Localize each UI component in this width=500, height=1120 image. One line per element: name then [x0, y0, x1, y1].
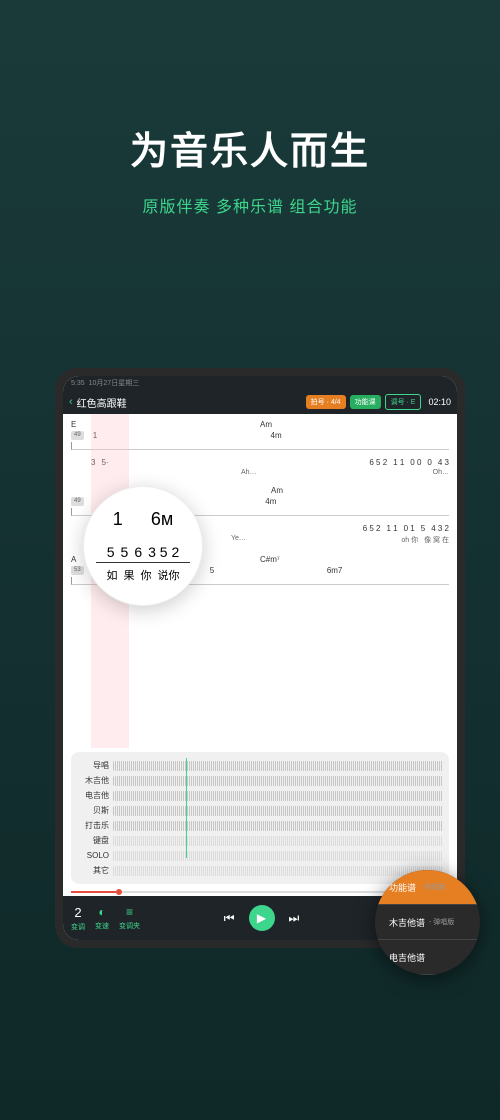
waveform [113, 806, 443, 816]
status-time: 5:35 [71, 380, 85, 387]
tablet-screen: 5:35 10月27日星期三 ‹ 红色高跟鞋 拍号 · 4/4 功能课 调号 ·… [63, 376, 457, 940]
mag-note: 3 5 2 [148, 544, 179, 560]
mag-note: 5 [121, 544, 129, 560]
track-row[interactable]: 键盘 [77, 833, 443, 848]
tempo-control[interactable]: ◐ 变速 [95, 905, 109, 931]
waveform [113, 776, 443, 786]
track-row[interactable]: 木吉他 [77, 773, 443, 788]
mag-lyric: 你 [141, 567, 152, 583]
song-title: 红色高跟鞋 [77, 395, 302, 410]
waveform [113, 821, 443, 831]
chip-key[interactable]: 调号 · E [385, 394, 422, 410]
chip-function[interactable]: 功能课 [350, 395, 381, 409]
track-row[interactable]: 电吉他 [77, 788, 443, 803]
next-button[interactable]: ⏭ [289, 911, 300, 926]
waveform [113, 836, 443, 846]
play-button[interactable]: ▶ [249, 905, 275, 931]
prev-button[interactable]: ⏮ [224, 911, 235, 926]
track-row[interactable]: 其它 [77, 863, 443, 878]
gauge-icon: ◐ [98, 905, 105, 919]
mag-note: 6ᴍ [151, 509, 173, 530]
track-row[interactable]: SOLO [77, 848, 443, 863]
score-type-popup: 功能谱 - 和弦版 木吉他谱 - 弹唱版 电吉他谱 [375, 870, 480, 975]
lyric-row: Ah… Oh… [241, 469, 449, 476]
status-date: 10月27日星期三 [89, 378, 140, 388]
waveform [113, 866, 443, 876]
mag-note: 1 [113, 509, 123, 530]
lyric-row: Ye… oh 你 像 窝 在 [231, 535, 449, 545]
waveform [113, 791, 443, 801]
waveform [113, 761, 443, 771]
mag-note: 5 [107, 544, 115, 560]
duration: 02:10 [428, 397, 451, 407]
waveform [113, 851, 443, 861]
magnifier-zoom: 1 6ᴍ 5 5 6 3 5 2 如 果 你 说你 [83, 486, 203, 606]
capo-control[interactable]: ≡ 变调夹 [119, 905, 140, 931]
hero-title: 为音乐人而生 [0, 120, 500, 175]
chip-time-signature[interactable]: 拍号 · 4/4 [306, 395, 346, 409]
track-panel[interactable]: 导唱 木吉他 电吉他 贝斯 打击乐 键盘 SOLO 其它 [71, 752, 449, 884]
track-row[interactable]: 贝斯 [77, 803, 443, 818]
score-area[interactable]: E Am 49 1 4m 3 5· 6 5 2 1 1 0 0 0 [63, 414, 457, 748]
seek-thumb[interactable] [116, 889, 122, 895]
status-bar: 5:35 10月27日星期三 [63, 376, 457, 390]
tablet-frame: 5:35 10月27日星期三 ‹ 红色高跟鞋 拍号 · 4/4 功能课 调号 ·… [55, 368, 465, 948]
mag-lyric: 果 [124, 567, 135, 583]
transpose-control[interactable]: 2 变调 [71, 905, 85, 932]
app-header: ‹ 红色高跟鞋 拍号 · 4/4 功能课 调号 · E 02:10 [63, 390, 457, 414]
back-button[interactable]: ‹ [69, 396, 73, 408]
popup-option-electric[interactable]: 电吉他谱 [375, 940, 480, 975]
hero-subtitle: 原版伴奏 多种乐谱 组合功能 [0, 193, 500, 217]
popup-option-acoustic[interactable]: 木吉他谱 - 弹唱版 [375, 905, 480, 940]
chord-row: Am [271, 486, 449, 495]
track-row[interactable]: 打击乐 [77, 818, 443, 833]
mag-lyric: 说你 [158, 567, 180, 583]
capo-icon: ≡ [126, 905, 133, 919]
note-row: 3 5· 6 5 2 1 1 0 0 0 4 3 [91, 458, 449, 467]
mag-lyric: 如 [107, 567, 118, 583]
track-row[interactable]: 导唱 [77, 758, 443, 773]
mag-note: 6 [134, 544, 142, 560]
